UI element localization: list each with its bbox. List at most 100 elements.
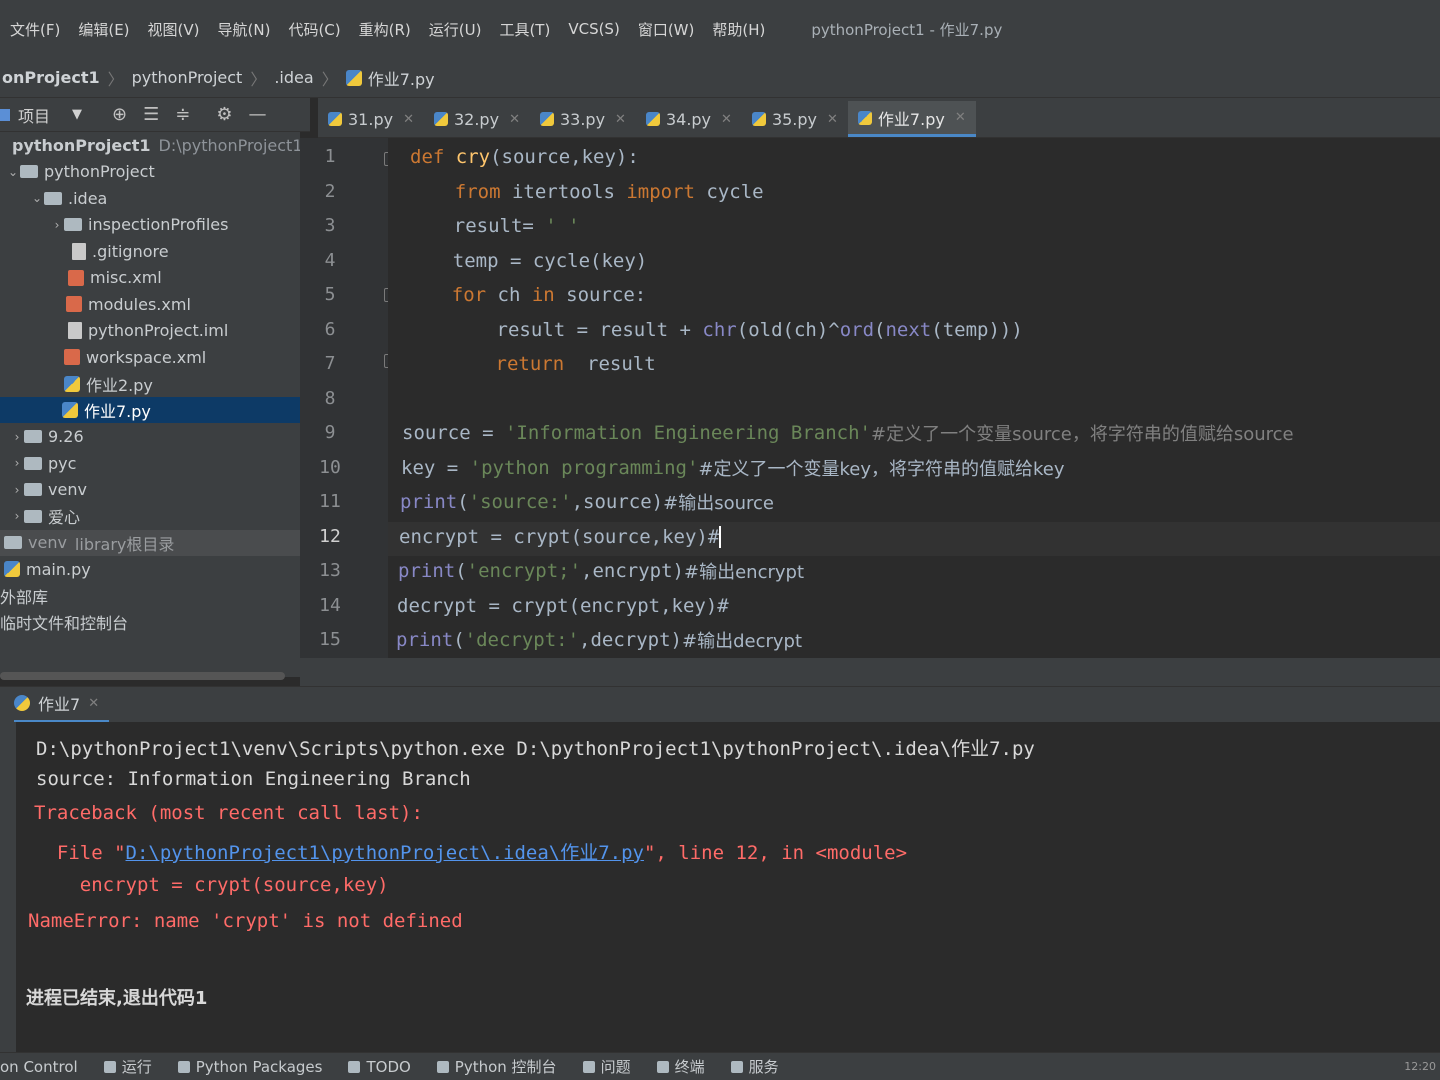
code-token: print xyxy=(400,491,458,513)
bottom-tool-button[interactable]: 运行 xyxy=(103,1056,152,1077)
chevron-right-icon[interactable]: › xyxy=(50,218,64,232)
breadcrumb-item[interactable]: pythonProject xyxy=(132,68,243,87)
code-line[interactable]: print('encrypt;' ,encrypt) #输出encrypt xyxy=(398,556,804,586)
traceback-file-link[interactable]: D:\pythonProject1\pythonProject\.idea\作业… xyxy=(126,842,644,864)
editor-tab[interactable]: 33.py ✕ xyxy=(530,101,636,137)
code-line[interactable]: print('decrypt:' ,decrypt) #输出decrypt xyxy=(396,625,802,655)
tree-item[interactable]: misc.xml xyxy=(0,265,300,291)
close-icon[interactable]: ✕ xyxy=(403,112,414,127)
tree-item[interactable]: ⌄ .idea xyxy=(0,185,300,211)
code-token: ,decrypt) xyxy=(579,629,682,651)
bottom-tool-label: on Control xyxy=(0,1057,78,1076)
tree-item[interactable]: modules.xml xyxy=(0,291,300,317)
tree-item[interactable]: pythonProject.iml xyxy=(0,318,300,344)
tree-item[interactable]: 临时文件和控制台 xyxy=(0,609,300,635)
bottom-tool-button[interactable]: 服务 xyxy=(730,1056,779,1077)
tree-item[interactable]: main.py xyxy=(0,556,300,582)
tree-item[interactable]: venv library根目录 xyxy=(0,529,300,556)
chevron-right-icon[interactable]: › xyxy=(10,509,24,523)
collapse-all-icon[interactable]: ≑ xyxy=(175,104,190,125)
project-panel-title[interactable]: 项目 xyxy=(18,103,50,127)
code-line[interactable]: def cry (source,key): xyxy=(410,142,639,172)
chevron-right-icon[interactable]: › xyxy=(10,456,24,470)
menu-item[interactable]: 帮助(H) xyxy=(712,19,765,40)
gear-icon[interactable]: ⚙ xyxy=(216,104,232,125)
close-icon[interactable]: ✕ xyxy=(88,696,99,711)
menu-item[interactable]: VCS(S) xyxy=(568,20,619,38)
code-token: ( xyxy=(874,318,886,341)
menu-item[interactable]: 窗口(W) xyxy=(638,19,695,40)
breadcrumb-item[interactable]: onProject1 xyxy=(2,68,100,87)
code-line[interactable]: encrypt = crypt(source,key)# xyxy=(399,522,722,552)
breadcrumb-item[interactable]: 作业7.py xyxy=(345,66,435,90)
menu-item[interactable]: 视图(V) xyxy=(148,19,200,40)
expand-all-icon[interactable]: ☰ xyxy=(143,104,159,125)
bottom-tool-button[interactable]: TODO xyxy=(348,1058,411,1076)
chevron-down-icon[interactable]: ▼ xyxy=(72,107,82,122)
tree-scrollbar[interactable] xyxy=(0,672,285,680)
code-line[interactable]: result= ' ' xyxy=(408,211,580,241)
code-line[interactable]: result = result + chr (old(ch)^ ord(next (t… xyxy=(405,315,1023,345)
tree-item[interactable]: 作业7.py xyxy=(0,397,300,423)
line-number: 7 xyxy=(324,353,336,374)
editor-tab[interactable]: 32.py ✕ xyxy=(424,101,530,137)
tree-item[interactable]: pythonProject1 D:\pythonProject1 xyxy=(0,132,303,158)
code-line[interactable]: key = 'python programming' #定义了一个变量key，将字… xyxy=(401,453,1065,483)
tree-item[interactable]: workspace.xml xyxy=(0,344,300,370)
menu-item[interactable]: 工具(T) xyxy=(499,19,550,40)
menu-item[interactable]: 运行(U) xyxy=(429,19,482,40)
editor-tab[interactable]: 34.py ✕ xyxy=(636,101,742,137)
bottom-tool-button[interactable]: on Control xyxy=(0,1058,78,1076)
code-token: 'python programming' xyxy=(469,456,699,479)
editor-tab[interactable]: 35.py ✕ xyxy=(742,101,848,137)
tree-item[interactable]: › venv xyxy=(0,477,300,503)
console-exit-message: 进程已结束,退出代码1 xyxy=(26,988,208,1009)
code-line[interactable]: return result xyxy=(404,349,656,379)
menu-item[interactable]: 重构(R) xyxy=(359,19,411,40)
code-line[interactable]: temp = cycle(key) xyxy=(407,246,647,276)
tree-item-label: pyc xyxy=(48,453,77,473)
tree-item[interactable]: 作业2.py xyxy=(0,371,300,397)
chevron-right-icon[interactable]: › xyxy=(10,430,24,444)
tree-item[interactable]: › inspectionProfiles xyxy=(0,212,300,238)
tree-item[interactable]: › 9.26 xyxy=(0,424,300,450)
chevron-down-icon[interactable]: ⌄ xyxy=(30,191,44,205)
code-line[interactable]: from itertools import cycle xyxy=(409,177,764,207)
editor-horizontal-scrollbar[interactable] xyxy=(300,658,1440,686)
breadcrumb-item[interactable]: .idea xyxy=(274,68,313,87)
chevron-down-icon[interactable]: ⌄ xyxy=(6,165,20,179)
tree-item[interactable]: ⌄ pythonProject xyxy=(0,159,300,185)
locate-icon[interactable]: ⊕ xyxy=(112,104,127,125)
run-tab[interactable]: 作业7 ✕ xyxy=(14,687,110,723)
editor-tab[interactable]: 31.py ✕ xyxy=(318,101,424,137)
code-token: ' ' xyxy=(545,215,580,237)
run-console[interactable]: D:\pythonProject1\venv\Scripts\python.ex… xyxy=(16,722,1440,1052)
close-icon[interactable]: ✕ xyxy=(509,112,520,127)
tree-item[interactable]: › pyc xyxy=(0,450,300,476)
close-icon[interactable]: ✕ xyxy=(955,110,966,125)
menu-item[interactable]: 文件(F) xyxy=(10,19,60,40)
bottom-tool-button[interactable]: 问题 xyxy=(582,1056,631,1077)
tree-item[interactable]: 外部库 xyxy=(0,583,300,609)
menu-item[interactable]: 导航(N) xyxy=(218,19,271,40)
python-file-icon xyxy=(645,112,660,126)
code-token: decrypt = crypt(encrypt,key)# xyxy=(397,594,729,617)
bottom-tool-button[interactable]: 终端 xyxy=(656,1056,705,1077)
code-line[interactable]: print('source:' ,source) #输出source xyxy=(400,487,774,517)
tree-item[interactable]: › 爱心 xyxy=(0,503,300,529)
code-editor[interactable]: def cry (source,key): from itertools impo… xyxy=(388,138,1440,658)
close-icon[interactable]: ✕ xyxy=(827,112,838,127)
code-line[interactable]: decrypt = crypt(encrypt,key)# xyxy=(397,591,729,621)
editor-tab[interactable]: 作业7.py ✕ xyxy=(847,101,976,137)
close-icon[interactable]: ✕ xyxy=(615,112,626,127)
bottom-tool-button[interactable]: Python 控制台 xyxy=(436,1056,557,1077)
menu-item[interactable]: 代码(C) xyxy=(288,19,340,40)
code-line[interactable]: for ch in source: xyxy=(406,280,647,310)
close-icon[interactable]: ✕ xyxy=(721,112,732,127)
chevron-right-icon[interactable]: › xyxy=(10,483,24,497)
hide-icon[interactable]: — xyxy=(248,104,266,125)
code-line[interactable]: source = 'Information Engineering Branch… xyxy=(402,418,1294,448)
menu-item[interactable]: 编辑(E) xyxy=(78,19,129,40)
bottom-tool-button[interactable]: Python Packages xyxy=(177,1058,322,1076)
tree-item[interactable]: .gitignore xyxy=(0,238,300,264)
